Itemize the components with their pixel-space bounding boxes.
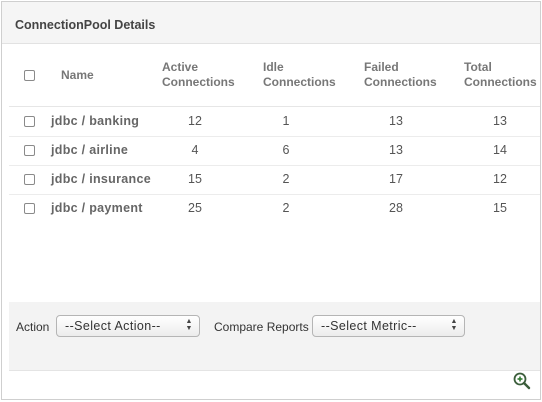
header-idle-connections[interactable]: Idle Connections [263,60,336,90]
panel-title: ConnectionPool Details [15,18,156,32]
table-row: jdbc / banking 12 1 13 13 [9,107,540,137]
row-name: jdbc / airline [51,143,129,157]
action-select[interactable]: --Select Action-- ▲ ▼ [56,315,200,337]
table-row: jdbc / airline 4 6 13 14 [9,136,540,166]
action-label: Action [16,320,50,334]
header-failed-line2: Connections [364,75,437,89]
metric-select[interactable]: --Select Metric-- ▲ ▼ [312,315,465,337]
row-failed: 13 [389,143,403,157]
header-total-line2: Connections [464,75,537,89]
row-idle: 1 [282,114,290,128]
select-arrows-icon: ▲ ▼ [185,318,193,332]
panel-header: ConnectionPool Details [2,2,540,44]
row-checkbox[interactable] [24,203,35,214]
action-select-value: --Select Action-- [65,319,161,333]
row-idle: 2 [282,201,290,215]
row-name: jdbc / insurance [51,172,151,186]
row-idle: 6 [282,143,290,157]
row-total: 12 [493,172,507,186]
header-idle-line2: Connections [263,75,336,89]
row-total: 13 [493,114,507,128]
row-name: jdbc / payment [51,201,143,215]
header-failed-connections[interactable]: Failed Connections [364,60,437,90]
row-checkbox[interactable] [24,145,35,156]
row-idle: 2 [282,172,290,186]
header-active-line1: Active [162,60,199,74]
row-active: 12 [188,114,202,128]
bottom-strip [9,370,540,394]
row-checkbox[interactable] [24,116,35,127]
connection-pool-panel: ConnectionPool Details Name Active Conne… [1,1,541,400]
header-active-connections[interactable]: Active Connections [162,60,235,90]
row-total: 15 [493,201,507,215]
header-idle-line1: Idle [263,60,284,74]
header-name[interactable]: Name [61,68,94,83]
row-active: 4 [191,143,199,157]
row-name: jdbc / banking [51,114,140,128]
select-arrows-icon: ▲ ▼ [450,318,458,332]
row-failed: 13 [389,114,403,128]
zoom-in-icon[interactable] [512,371,532,391]
header-total-line1: Total [464,60,492,74]
table-row: jdbc / insurance 15 2 17 12 [9,165,540,195]
compare-reports-label: Compare Reports [214,320,309,334]
row-active: 25 [188,201,202,215]
select-all-checkbox[interactable] [24,70,35,81]
table-header: Name Active Connections Idle Connections… [9,44,540,107]
row-failed: 17 [389,172,403,186]
row-checkbox[interactable] [24,174,35,185]
connection-pool-table: Name Active Connections Idle Connections… [9,44,540,302]
table-row: jdbc / payment 25 2 28 15 [9,194,540,223]
header-total-connections[interactable]: Total Connections [464,60,537,90]
row-total: 14 [493,143,507,157]
row-failed: 28 [389,201,403,215]
header-failed-line1: Failed [364,60,399,74]
header-active-line2: Connections [162,75,235,89]
table-footer: Action --Select Action-- ▲ ▼ Compare Repo… [9,302,540,370]
row-active: 15 [188,172,202,186]
metric-select-value: --Select Metric-- [321,319,417,333]
